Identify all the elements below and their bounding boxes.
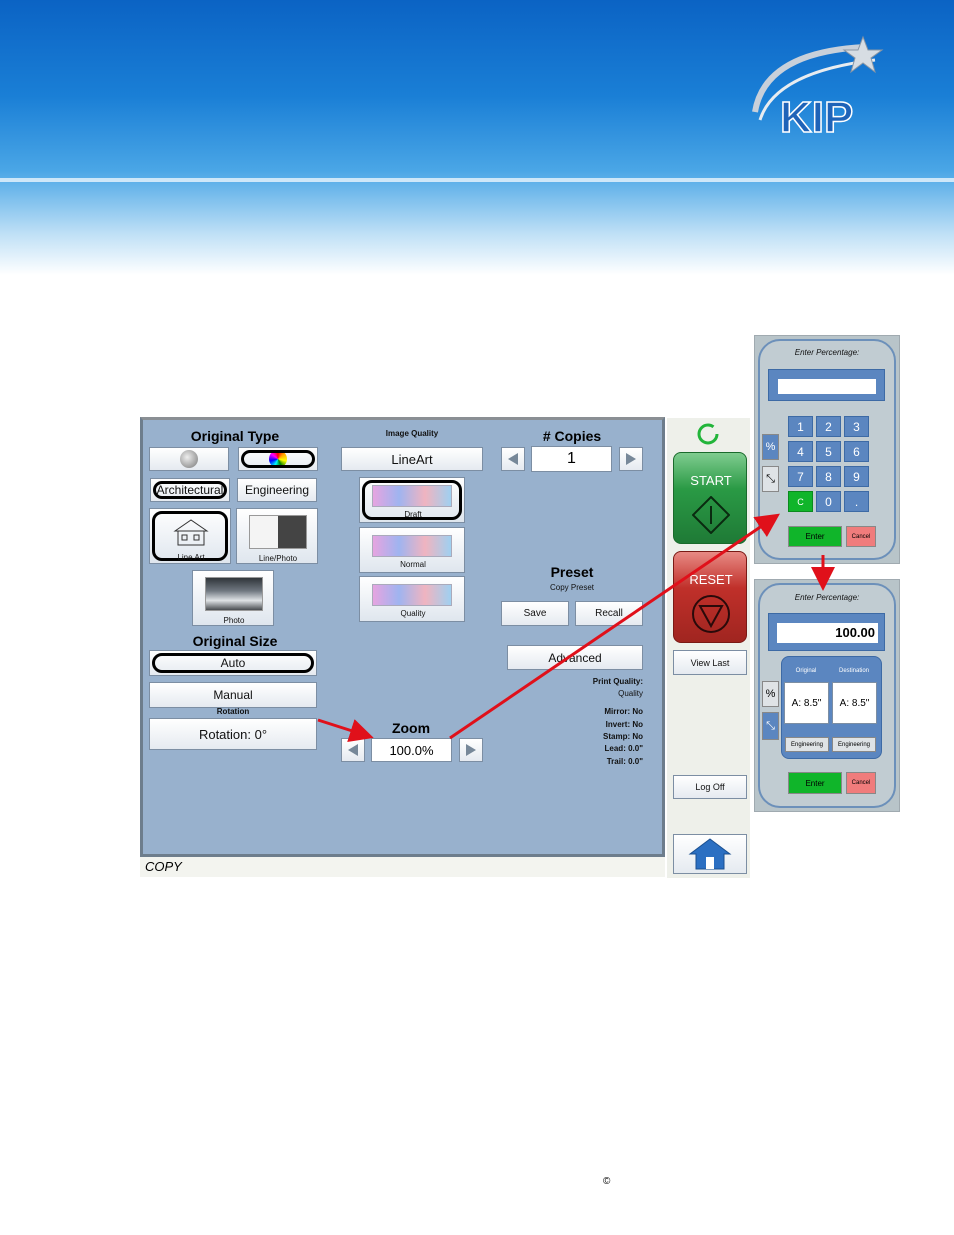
- copyright-symbol: ©: [603, 1176, 611, 1187]
- callout-arrows: [317, 513, 835, 742]
